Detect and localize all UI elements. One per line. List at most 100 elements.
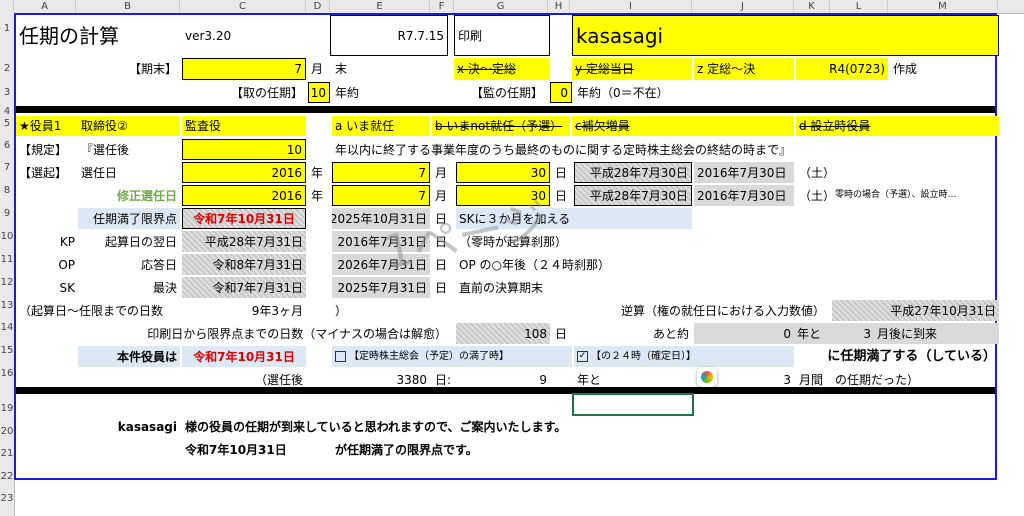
kp-note: （零時が起算刹那） [459,234,568,249]
row-header-20[interactable]: 20 [0,426,14,437]
col-header-l[interactable]: L [830,0,888,13]
row-header-5[interactable]: 5 [0,118,14,129]
option-b[interactable]: b いまnot就任（予選） [432,116,570,136]
company-name-field[interactable]: kasasagi [572,15,999,56]
row-header-19[interactable]: 19 [0,403,14,414]
director-term-input[interactable]: 10 [308,82,330,103]
reverse-label: 逆算（権の就任日における入力数値） [620,303,825,318]
limit-seireki: 2025年10月31日 [332,208,430,229]
row-header-10[interactable]: 10 [0,231,14,242]
row-header-7[interactable]: 7 [0,162,14,173]
corrected-note: 零時の場合（予選）、設立時… [835,190,957,200]
col-header-b[interactable]: B [76,0,180,13]
kp-seireki: 2016年7月31日 [332,231,430,252]
col-header-m[interactable]: M [888,0,998,13]
checkbox-24h-label: 【の２４時（確定日）】 [591,350,696,362]
copilot-icon[interactable] [697,367,717,387]
option-c[interactable]: c補欠増員 [572,116,794,136]
selected-cell[interactable] [572,393,694,416]
select-all-corner[interactable] [0,0,14,13]
row-header-8[interactable]: 8 [0,185,14,196]
version-label: ver3.20 [185,28,232,43]
col-header-c[interactable]: C [180,0,306,13]
option-d[interactable]: d 設立時役員 [796,116,999,136]
col-header-i[interactable]: I [570,0,692,13]
row-header-6[interactable]: 6 [0,140,14,151]
auditor-role-select[interactable]: 監査役 [182,116,306,136]
rule-years-input[interactable]: 10 [182,139,306,160]
row-header-23[interactable]: 23 [0,493,14,504]
elect-date-label: 選任日 [81,165,118,180]
option-x[interactable]: x 決～定総 [454,58,550,80]
option-a[interactable]: a いま就任 [332,116,430,136]
period-end-month-input[interactable]: 7 [182,58,306,80]
corrected-day-input[interactable]: 30 [456,185,550,206]
elect-label: 【選起】 [19,165,68,180]
col-header-k[interactable]: K [794,0,830,13]
result-text: に任期満了する（している） [827,349,996,364]
col-header-j[interactable]: J [692,0,794,13]
notice-company: kasasagi [117,419,177,434]
director-role-select[interactable]: 取締役② [78,116,180,136]
remaining-years: 0 [694,323,794,344]
sk-note: 直前の決算期末 [459,280,544,295]
col-header-g[interactable]: G [454,0,548,13]
kp-code: KP [59,234,75,249]
print-button[interactable]: 印刷 [454,15,550,56]
officer-number-label: ★役員1 [16,116,78,136]
corrected-month-input[interactable]: 7 [332,185,430,206]
col-header-a[interactable]: A [14,0,76,13]
rule-label: 【規定】 [19,142,68,157]
elect-day-input[interactable]: 30 [456,162,550,183]
row-header-12[interactable]: 12 [0,277,14,288]
col-header-f[interactable]: F [430,0,454,13]
sheet-title: 任期の計算 [19,23,119,48]
row-header-2[interactable]: 2 [0,63,14,74]
limit-unit: 日 [435,211,448,226]
corrected-year-input[interactable]: 2016 [182,185,306,206]
row-header-14[interactable]: 14 [0,322,14,333]
option-z[interactable]: z 定総～決 [694,58,794,80]
row-header-11[interactable]: 11 [0,254,14,265]
checkbox-24h[interactable]: ✓ 【の２４時（確定日）】 [574,346,794,367]
op-code: OP [58,257,75,272]
op-seireki: 2026年7月31日 [332,254,430,275]
op-wareki: 令和8年7月31日 [182,254,306,275]
after-election-text: 『選任後 [81,142,130,157]
elect-seireki: 2016年7月30日 [694,162,794,183]
row-header-4[interactable]: 4 [0,106,14,117]
row-header-22[interactable]: 22 [0,471,14,482]
column-header: A B C D E F G H I J K L M [0,0,1024,14]
row-header-9[interactable]: 9 [0,208,14,219]
op-note: OP の○年後（２４時刹那） [459,257,610,272]
elect-year-input[interactable]: 2016 [182,162,306,183]
col-header-h[interactable]: H [548,0,570,13]
days-to-limit-label: 印刷日から限界点までの日数（マイナスの場合は解愈） [147,326,447,341]
checkbox-agm[interactable]: 【定時株主総会（予定）の満了時】 [332,346,572,367]
span-value: 9年3ヶ月 [251,303,303,318]
col-header-d[interactable]: D [306,0,330,13]
kp-unit: 日 [435,234,448,249]
sk-note: SKに３か月を加える [456,208,692,229]
elect-month-unit: 月 [435,165,448,180]
elect-month-input[interactable]: 7 [332,162,430,183]
officer-is-label: 本件役員は [78,346,180,367]
row-header-16[interactable]: 16 [0,368,14,379]
corrected-seireki: 2016年7月30日 [694,185,794,206]
row-header-3[interactable]: 3 [0,87,14,98]
row-header-15[interactable]: 15 [0,345,14,356]
kp-label: 起算日の翌日 [104,234,177,249]
auditor-term-input[interactable]: 0 [550,82,572,103]
spreadsheet: A B C D E F G H I J K L M 1 2 3 4 5 6 7 … [0,0,1024,516]
option-y[interactable]: y 定総当日 [572,58,692,80]
row-header-13[interactable]: 13 [0,300,14,311]
col-header-e[interactable]: E [330,0,430,13]
end-text: 末 [335,62,348,76]
checkbox-checked-icon: ✓ [577,351,588,362]
row-header-1[interactable]: 1 [0,23,14,34]
corrected-month-unit: 月 [435,188,448,203]
divider-bottom [16,387,995,394]
span-label: （起算日～任限までの日数 [19,303,164,318]
issue-date[interactable]: R7.7.15 [330,15,448,56]
row-header-21[interactable]: 21 [0,448,14,459]
